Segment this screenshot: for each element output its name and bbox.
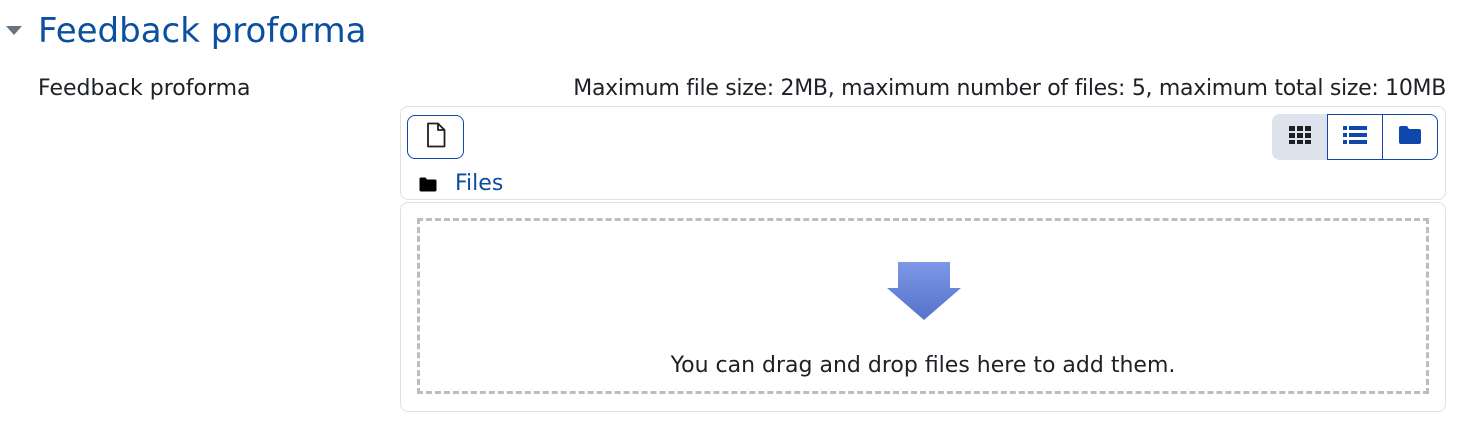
folder-icon	[419, 177, 437, 192]
view-icons-button[interactable]	[1272, 114, 1328, 160]
grid-icon	[1288, 125, 1312, 149]
folder-icon	[1398, 125, 1422, 149]
section-title[interactable]: Feedback proforma	[38, 8, 366, 54]
file-restrictions: Maximum file size: 2MB, maximum number o…	[573, 76, 1446, 101]
file-icon	[426, 122, 446, 152]
list-icon	[1342, 125, 1368, 149]
dropzone[interactable]: You can drag and drop files here to add …	[417, 218, 1429, 394]
view-switcher	[1272, 114, 1438, 160]
breadcrumb-files-link[interactable]: Files	[455, 169, 503, 199]
view-list-button[interactable]	[1327, 114, 1383, 160]
view-tree-button[interactable]	[1382, 114, 1438, 160]
down-arrow-icon	[886, 261, 962, 325]
filemanager-toolbar: Files	[400, 106, 1446, 200]
field-label: Feedback proforma	[38, 76, 251, 101]
dropzone-message: You can drag and drop files here to add …	[670, 353, 1176, 378]
add-file-button[interactable]	[407, 115, 464, 159]
breadcrumb: Files	[419, 169, 503, 199]
filemanager-content: You can drag and drop files here to add …	[400, 202, 1446, 412]
filepicker-section: Feedback proforma Feedback proforma Maxi…	[0, 0, 1472, 424]
caret-down-icon[interactable]	[6, 26, 22, 35]
